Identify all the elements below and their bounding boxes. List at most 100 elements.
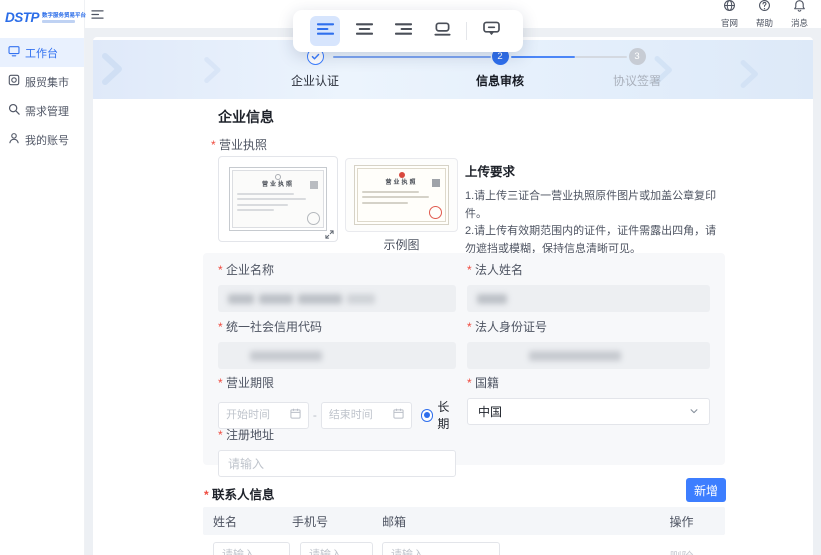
logo-subtitle: 数字服务贸易平台 [42, 12, 87, 19]
col-operation: 操作 [669, 514, 694, 529]
sidebar-item-label: 服贸集市 [25, 76, 69, 89]
align-center-icon [355, 22, 373, 41]
main-area: 企业认证 2 信息审核 3 协议签署 企业信息 营业执照 营业执照 [85, 28, 821, 555]
step-enterprise-certification[interactable]: 企业认证 [255, 48, 375, 89]
term-start-datepicker[interactable] [218, 401, 309, 429]
sidebar-item-label: 我的账号 [25, 134, 69, 147]
radio-selected-icon [420, 408, 434, 422]
cert-qr-block [432, 179, 440, 187]
license-image: 营业执照 [229, 167, 327, 231]
help-icon [758, 0, 771, 17]
contact-phone-input[interactable] [300, 542, 373, 555]
credit-code-input [218, 342, 456, 369]
step-agreement-signing[interactable]: 3 协议签署 [577, 48, 697, 89]
license-sample-preview: 营业执照 [345, 158, 458, 232]
term-separator: - [312, 408, 317, 422]
contacts-table-header: 姓名 手机号 邮箱 操作 [203, 507, 725, 535]
col-email: 邮箱 [382, 514, 407, 529]
align-bottom-button[interactable] [427, 16, 457, 46]
business-term-label: 营业期限 [218, 374, 461, 391]
align-right-button[interactable] [388, 16, 418, 46]
credit-code-label: 统一社会信用代码 [218, 318, 456, 335]
step-label: 协议签署 [612, 74, 661, 88]
nationality-select[interactable]: 中国 [467, 398, 710, 425]
step-info-review[interactable]: 2 信息审核 [440, 48, 560, 89]
sidebar-item-demand[interactable]: 需求管理 [0, 96, 84, 125]
field-business-term: 营业期限 - 长期 [218, 374, 461, 432]
cert-title: 营业执照 [261, 182, 294, 188]
topbar-actions: 官网 帮助 消息 [716, 0, 821, 29]
cert-title: 营业执照 [385, 180, 418, 186]
sample-caption: 示例图 [383, 238, 420, 252]
enterprise-form-panel: 企业名称 法人姓名 统一社会信用代码 [203, 253, 725, 477]
align-left-button[interactable] [310, 16, 340, 46]
redacted-value [228, 293, 254, 304]
messages-button[interactable]: 消息 [786, 0, 813, 29]
cert-seal [429, 206, 442, 219]
company-name-input [218, 285, 456, 312]
action-label: 官网 [720, 18, 738, 29]
logo-wordmark: DSTP [5, 9, 40, 25]
redacted-value [250, 350, 322, 361]
contact-email-input[interactable] [382, 542, 500, 555]
sidebar: DSTP 数字服务贸易平台 工作台 服贸集市 需求管理 我的账号 [0, 0, 86, 555]
delete-row-button[interactable]: 删除 [638, 548, 725, 555]
field-legal-id: 法人身份证号 [467, 318, 710, 369]
legal-name-label: 法人姓名 [467, 261, 710, 278]
sidebar-item-label: 需求管理 [25, 105, 69, 118]
align-center-button[interactable] [349, 16, 379, 46]
globe-icon [723, 0, 736, 17]
redacted-value [477, 293, 507, 304]
section-title-enterprise-info: 企业信息 [218, 109, 274, 125]
step-label: 企业认证 [290, 74, 339, 88]
annotation-toolbar [293, 10, 523, 52]
action-label: 消息 [790, 18, 808, 29]
field-company-name: 企业名称 [218, 261, 456, 312]
sidebar-item-workbench[interactable]: 工作台 [0, 38, 84, 67]
nationality-label: 国籍 [467, 374, 710, 391]
redacted-value [298, 293, 342, 304]
toolbar-divider [466, 22, 467, 40]
help-button[interactable]: 帮助 [751, 0, 778, 29]
term-end-datepicker[interactable] [320, 401, 412, 429]
bell-icon [793, 0, 806, 17]
logo-subtitle-block: 数字服务贸易平台 [42, 11, 86, 24]
nationality-value: 中国 [478, 405, 503, 419]
sidebar-nav: 工作台 服贸集市 需求管理 我的账号 [0, 38, 84, 154]
license-upload-preview[interactable]: 营业执照 [218, 156, 338, 242]
redacted-value [347, 293, 375, 304]
cert-emblem [275, 174, 281, 180]
upload-requirement-item: 1.请上传三证合一营业执照原件图片或加盖公章复印件。 [465, 190, 717, 220]
contact-name-input[interactable] [213, 542, 290, 555]
step-number: 3 [628, 48, 646, 65]
sidebar-item-account[interactable]: 我的账号 [0, 125, 84, 154]
calendar-icon [393, 406, 404, 424]
sidebar-item-label: 工作台 [25, 47, 58, 60]
workbench-icon [8, 45, 20, 60]
field-nationality: 国籍 中国 [467, 374, 710, 425]
sample-license-image: 营业执照 [354, 165, 449, 225]
sidebar-item-market[interactable]: 服贸集市 [0, 67, 84, 96]
field-registered-address: 注册地址 [218, 426, 456, 477]
calendar-icon [290, 406, 301, 424]
term-start-input[interactable] [226, 409, 290, 421]
comment-button[interactable] [476, 16, 506, 46]
expand-icon[interactable] [325, 230, 334, 239]
term-end-input[interactable] [328, 409, 393, 421]
redacted-value [259, 293, 293, 304]
official-site-button[interactable]: 官网 [716, 0, 743, 29]
field-credit-code: 统一社会信用代码 [218, 318, 456, 369]
align-bottom-icon [433, 21, 451, 41]
legal-id-label: 法人身份证号 [467, 318, 710, 335]
legal-name-input [467, 285, 710, 312]
market-icon [8, 74, 20, 89]
contacts-section-title: 联系人信息 [204, 484, 275, 503]
action-label: 帮助 [755, 18, 773, 29]
step-label: 信息审核 [475, 74, 524, 88]
sidebar-fold-icon[interactable] [91, 9, 104, 20]
cert-seal [307, 212, 320, 225]
add-contact-button[interactable]: 新增 [686, 478, 726, 502]
app-screen: DSTP 数字服务贸易平台 工作台 服贸集市 需求管理 我的账号 官网 帮助 消… [0, 0, 821, 555]
chevron-down-icon [689, 405, 699, 419]
registered-address-input[interactable] [218, 450, 456, 477]
